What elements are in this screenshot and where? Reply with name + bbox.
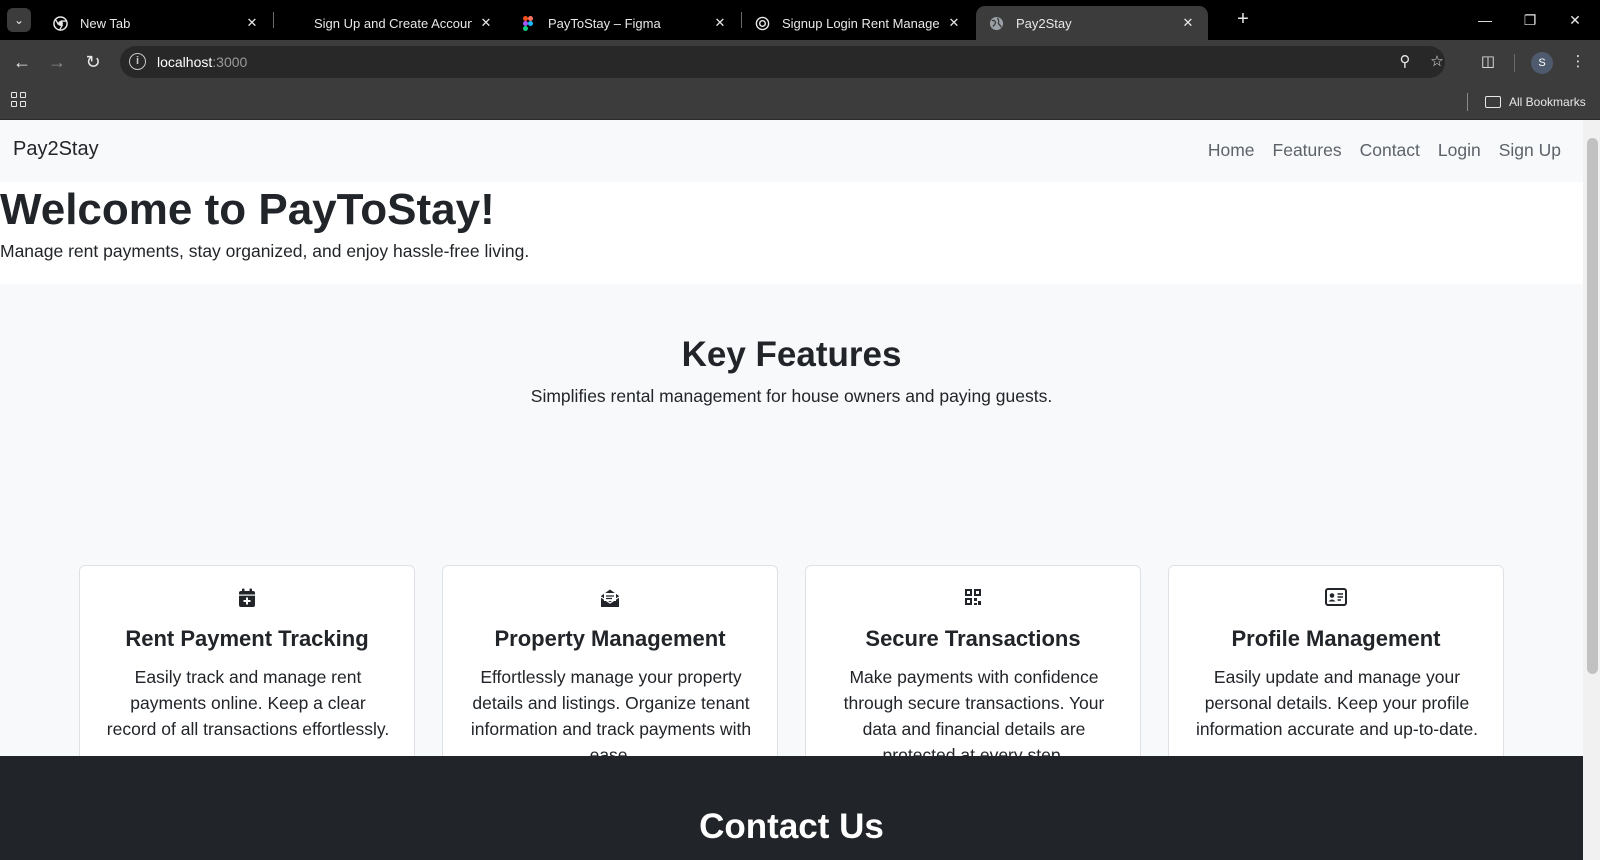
bookmark-star-icon[interactable]: ☆ — [1426, 51, 1448, 73]
nav-link-home[interactable]: Home — [1208, 140, 1255, 161]
profile-avatar[interactable]: S — [1531, 52, 1553, 74]
restore-icon[interactable]: ❐ — [1518, 8, 1542, 32]
page-viewport: Pay2Stay Home Features Contact Login Sig… — [0, 120, 1600, 860]
close-tab-icon[interactable]: ✕ — [244, 15, 260, 31]
apps-grid-icon[interactable] — [11, 92, 29, 110]
toolbar-divider — [1514, 54, 1515, 72]
card-text: Effortlessly manage your property detail… — [470, 667, 752, 765]
new-tab-plus-icon[interactable]: + — [1231, 8, 1255, 32]
tab-new-tab[interactable]: New Tab ✕ — [40, 6, 272, 40]
features-title: Key Features — [681, 335, 902, 374]
brand-logo[interactable]: Pay2Stay — [13, 138, 99, 161]
hero-subtitle: Manage rent payments, stay organized, an… — [0, 241, 530, 261]
features-subtitle: Simplifies rental management for house o… — [530, 386, 1053, 406]
card-title: Secure Transactions — [865, 626, 1081, 651]
nav-link-contact[interactable]: Contact — [1360, 140, 1420, 161]
calendar-plus-icon — [80, 588, 414, 610]
openai-icon — [754, 15, 770, 31]
all-bookmarks-button[interactable]: All Bookmarks — [1485, 93, 1586, 111]
back-arrow-icon[interactable]: ← — [10, 50, 34, 74]
tab-title: PayToStay – Figma — [548, 15, 661, 31]
page-scrollbar[interactable] — [1583, 120, 1600, 860]
close-tab-icon[interactable]: ✕ — [478, 15, 494, 31]
url-text[interactable]: localhost:3000 — [157, 54, 247, 70]
extensions-puzzle-icon[interactable]: ◫ — [1477, 51, 1499, 73]
tab-chatgpt[interactable]: Signup Login Rent Managemen ✕ — [742, 6, 974, 40]
bookmarks-divider — [1467, 93, 1468, 111]
nav-links: Home Features Contact Login Sign Up — [1208, 140, 1561, 161]
folder-icon — [1485, 96, 1501, 108]
tab-title: Pay2Stay — [1016, 15, 1072, 31]
tab-search-chevron-icon[interactable]: ⌄ — [7, 8, 31, 32]
chrome-icon — [52, 15, 68, 31]
card-text: Easily update and manage your personal d… — [1195, 667, 1479, 739]
contact-title: Contact Us — [699, 807, 884, 846]
card-title: Property Management — [494, 626, 726, 651]
browser-toolbar: ← → ↻ i localhost:3000 ⚲ ☆ ◫ S ⋮ — [0, 40, 1600, 84]
close-tab-icon[interactable]: ✕ — [1180, 15, 1196, 31]
scrollbar-thumb[interactable] — [1587, 138, 1598, 674]
zoom-icon[interactable]: ⚲ — [1394, 51, 1416, 73]
id-card-icon — [1169, 588, 1503, 610]
tab-title: Signup Login Rent Managemen — [782, 15, 940, 31]
card-title: Profile Management — [1231, 626, 1441, 651]
card-title: Rent Payment Tracking — [125, 626, 369, 651]
tab-sign-up[interactable]: Sign Up and Create Account - S ✕ — [274, 6, 506, 40]
nav-link-features[interactable]: Features — [1273, 140, 1342, 161]
tab-title: Sign Up and Create Account - S — [314, 15, 472, 31]
site-info-icon[interactable]: i — [129, 53, 146, 70]
card-text: Easily track and manage rent payments on… — [106, 667, 390, 739]
figma-icon — [520, 15, 536, 31]
reload-icon[interactable]: ↻ — [81, 50, 105, 74]
qr-code-icon — [806, 588, 1140, 610]
close-window-icon[interactable]: ✕ — [1563, 8, 1587, 32]
address-bar[interactable]: i localhost:3000 ⚲ ☆ — [120, 46, 1445, 78]
forward-arrow-icon[interactable]: → — [45, 50, 69, 74]
tab-title: New Tab — [80, 15, 131, 31]
nav-link-login[interactable]: Login — [1438, 140, 1481, 161]
kebab-menu-icon[interactable]: ⋮ — [1567, 51, 1589, 73]
all-bookmarks-label: All Bookmarks — [1509, 95, 1586, 109]
tab-figma[interactable]: PayToStay – Figma ✕ — [508, 6, 740, 40]
blank-icon — [286, 15, 302, 31]
envelope-open-icon — [443, 588, 777, 610]
bookmarks-bar: All Bookmarks — [0, 84, 1600, 120]
minimize-icon[interactable]: — — [1473, 8, 1497, 32]
site-navbar: Pay2Stay Home Features Contact Login Sig… — [0, 120, 1583, 182]
nav-link-sign-up[interactable]: Sign Up — [1499, 140, 1561, 161]
hero-title: Welcome to PayToStay! — [0, 185, 495, 234]
tab-pay2stay[interactable]: Pay2Stay ✕ — [976, 6, 1208, 40]
globe-icon — [988, 15, 1004, 31]
contact-section: Contact Us — [0, 756, 1583, 860]
close-tab-icon[interactable]: ✕ — [946, 15, 962, 31]
hero-section: Welcome to PayToStay! Manage rent paymen… — [0, 182, 1583, 284]
close-tab-icon[interactable]: ✕ — [712, 15, 728, 31]
browser-tabstrip: ⌄ New Tab ✕ Sign Up and Create Account -… — [0, 0, 1600, 40]
card-text: Make payments with confidence through se… — [843, 667, 1105, 765]
